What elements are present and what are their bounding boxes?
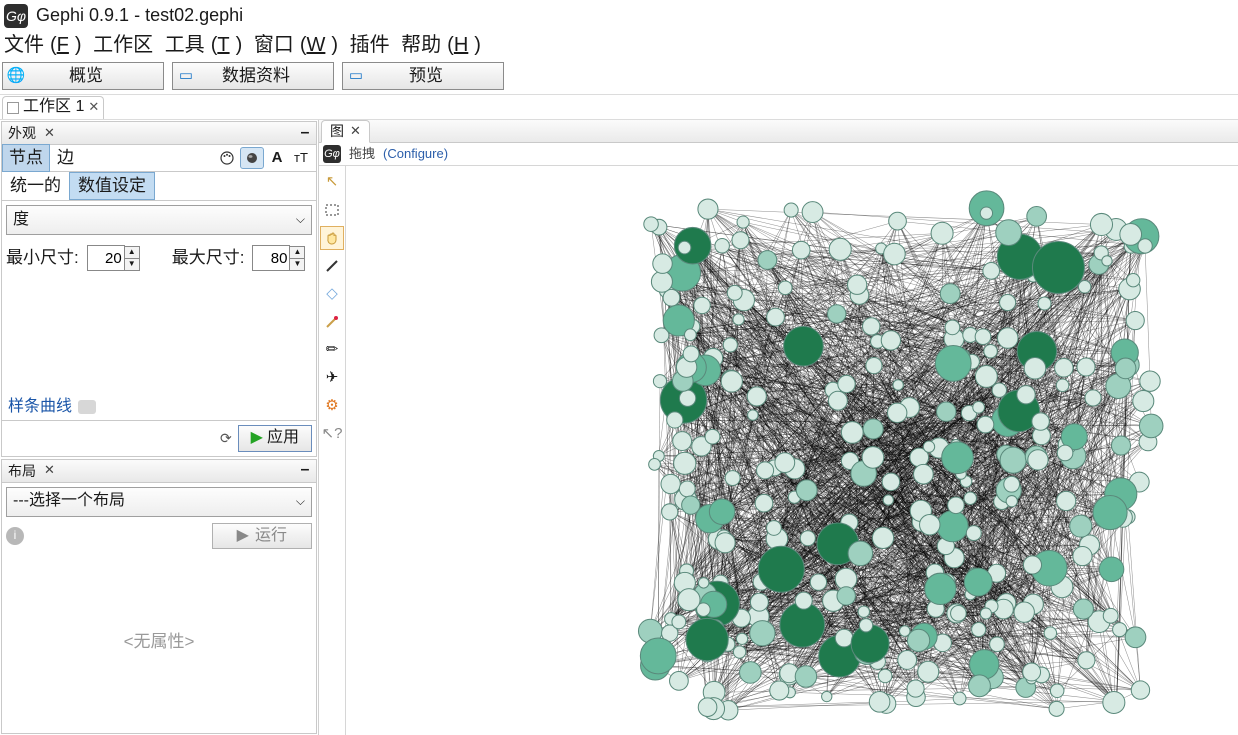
chain-link-icon[interactable]: ⟳ [220,429,232,447]
max-size-label: 最大尺寸: [172,247,245,269]
layout-info-icon[interactable]: i [6,527,24,545]
subtab-unique[interactable]: 统一的 [2,173,69,199]
appearance-minimize-icon[interactable]: – [296,125,314,141]
pencil-tool-icon[interactable]: ✏ [320,338,344,362]
magic-tool-icon[interactable] [320,310,344,334]
layout-select-label: ---选择一个布局 [13,491,125,512]
menu-workspace[interactable]: 工作区 [93,34,153,56]
layout-noprops-label: <无属性> [6,555,312,729]
menu-plugin[interactable]: 插件 [350,34,390,56]
perspective-tabs: 🌐 概览 ▭ 数据资料 ▭ 预览 [0,60,1238,94]
right-column: 图✕ Gφ 拖拽 (Configure) ↖ [319,120,1238,735]
menu-window[interactable]: 窗口(W) [254,34,338,56]
appearance-close-icon[interactable]: ✕ [44,125,55,142]
size-row: 最小尺寸: ▲▼ 最大尺寸: ▲▼ [6,245,312,271]
textsize-icon[interactable]: тT [290,148,312,168]
window-title: Gephi 0.9.1 - test02.gephi [36,4,243,27]
app-root: Gφ Gephi 0.9.1 - test02.gephi 文件(F) 工作区 … [0,0,1238,735]
drag-label: 拖拽 [349,146,375,163]
plane-tool-icon[interactable]: ✈ [320,366,344,390]
graph-tool-palette: ↖ ◇ ✏ ✈ ⚙ [319,166,346,735]
workspace-tab-row: 工作区 1 ✕ [0,94,1238,120]
chevron-down-icon: ⌵ [296,212,305,228]
apply-label: 应用 [267,428,299,449]
gephi-logo-icon: Gφ [323,145,341,163]
palette-icon[interactable] [216,148,238,168]
layout-panel: 布局 ✕ – ---选择一个布局 ⌵ i ▶ 运行 [1,459,317,734]
globe-icon: 🌐 [5,67,27,85]
min-size-input[interactable] [87,245,125,271]
diamond-tool-icon[interactable]: ◇ [320,282,344,306]
layout-run-button[interactable]: ▶ 运行 [212,523,312,550]
left-column: 外观 ✕ – 节点 边 A [0,120,319,735]
configure-link[interactable]: (Configure) [383,146,448,163]
rect-select-tool-icon[interactable] [320,198,344,222]
tab-overview[interactable]: 🌐 概览 [2,62,164,90]
appearance-panel: 外观 ✕ – 节点 边 A [1,121,317,457]
help-tool-icon[interactable]: ↖? [320,422,344,446]
table-icon: ▭ [175,67,197,85]
layout-minimize-icon[interactable]: – [296,463,314,479]
graph-toolbar: Gφ 拖拽 (Configure) [319,143,1238,166]
tab-data-label: 数据资料 [199,65,333,87]
graph-panel-head: 图✕ [319,120,1238,143]
tab-data[interactable]: ▭ 数据资料 [172,62,334,90]
graph-panel-title[interactable]: 图✕ [321,120,370,143]
workspace-tab-label: 工作区 1 [23,97,84,118]
min-spin-up[interactable]: ▲ [125,247,139,259]
layout-select[interactable]: ---选择一个布局 ⌵ [6,487,312,517]
appearance-element-tabs: 节点 边 A тT [2,145,316,172]
appearance-title: 外观 [2,124,42,142]
layout-close-icon[interactable]: ✕ [44,462,55,479]
max-size-input[interactable] [252,245,290,271]
spline-preview-icon [78,400,96,414]
layout-title: 布局 [2,462,42,480]
graph-area: ↖ ◇ ✏ ✈ ⚙ [319,166,1238,735]
pointer-tool-icon[interactable]: ↖ [320,170,344,194]
apply-button[interactable]: ▶ 应用 [238,425,312,452]
font-a-icon[interactable]: A [266,148,288,168]
body: 外观 ✕ – 节点 边 A [0,120,1238,735]
tab-nodes[interactable]: 节点 [2,144,50,172]
min-size-label: 最小尺寸: [6,247,79,269]
workspace-checkbox-icon [7,102,19,114]
menu-help[interactable]: 帮助(H) [401,34,481,56]
workspace-tab-close-icon[interactable]: ✕ [88,99,99,116]
subtab-ranking[interactable]: 数值设定 [69,172,155,200]
attribute-select-label: 度 [13,210,29,231]
graph-canvas[interactable] [346,166,1238,735]
tab-preview-label: 预览 [369,65,503,87]
min-spin-down[interactable]: ▼ [125,259,139,270]
app-logo-icon: Gφ [4,4,28,28]
gear-tool-icon[interactable]: ⚙ [320,394,344,418]
graph-close-icon[interactable]: ✕ [350,123,361,140]
play-icon: ▶ [251,428,263,449]
play-icon: ▶ [237,526,249,547]
tab-edges[interactable]: 边 [50,144,81,172]
tab-preview[interactable]: ▭ 预览 [342,62,504,90]
menu-tools[interactable]: 工具(T) [165,34,243,56]
layout-run-label: 运行 [255,526,287,547]
appearance-mode-tabs: 统一的 数值设定 [2,172,316,201]
menu-bar: 文件(F) 工作区 工具(T) 窗口(W) 插件 帮助(H) [0,32,1238,60]
workspace-tab[interactable]: 工作区 1 ✕ [2,96,104,119]
hand-tool-icon[interactable] [320,226,344,250]
menu-file[interactable]: 文件(F) [4,34,82,56]
chevron-down-icon: ⌵ [296,494,305,510]
sphere-icon[interactable] [240,147,264,169]
tab-overview-label: 概览 [29,65,163,87]
max-spin-down[interactable]: ▼ [290,259,304,270]
max-spin-up[interactable]: ▲ [290,247,304,259]
attribute-select[interactable]: 度 ⌵ [6,205,312,235]
spline-link[interactable]: 样条曲线 [2,395,316,420]
brush-tool-icon[interactable] [320,254,344,278]
monitor-icon: ▭ [345,67,367,85]
title-bar: Gφ Gephi 0.9.1 - test02.gephi [0,0,1238,32]
